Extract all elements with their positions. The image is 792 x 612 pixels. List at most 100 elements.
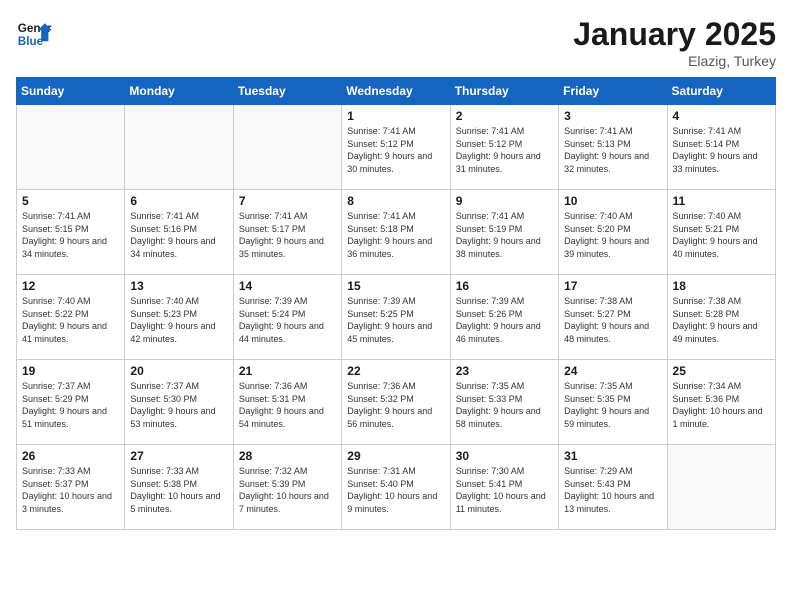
calendar-table: SundayMondayTuesdayWednesdayThursdayFrid… — [16, 77, 776, 530]
day-info: Sunrise: 7:37 AM Sunset: 5:30 PM Dayligh… — [130, 380, 227, 430]
calendar-cell — [667, 445, 775, 530]
calendar-cell: 28 Sunrise: 7:32 AM Sunset: 5:39 PM Dayli… — [233, 445, 341, 530]
day-info: Sunrise: 7:41 AM Sunset: 5:19 PM Dayligh… — [456, 210, 553, 260]
calendar-cell: 23 Sunrise: 7:35 AM Sunset: 5:33 PM Dayli… — [450, 360, 558, 445]
day-info: Sunrise: 7:41 AM Sunset: 5:15 PM Dayligh… — [22, 210, 119, 260]
day-info: Sunrise: 7:31 AM Sunset: 5:40 PM Dayligh… — [347, 465, 444, 515]
calendar-cell — [17, 105, 125, 190]
calendar-cell: 6 Sunrise: 7:41 AM Sunset: 5:16 PM Daylig… — [125, 190, 233, 275]
weekday-header-friday: Friday — [559, 78, 667, 105]
weekday-header-tuesday: Tuesday — [233, 78, 341, 105]
day-number: 28 — [239, 449, 336, 463]
calendar-cell: 17Sunrise: 7:38 AM Sunset: 5:27 PM Dayli… — [559, 275, 667, 360]
day-number: 6 — [130, 194, 227, 208]
weekday-header-sunday: Sunday — [17, 78, 125, 105]
day-number: 18 — [673, 279, 770, 293]
day-info: Sunrise: 7:40 AM Sunset: 5:22 PM Dayligh… — [22, 295, 119, 345]
day-info: Sunrise: 7:38 AM Sunset: 5:28 PM Dayligh… — [673, 295, 770, 345]
day-info: Sunrise: 7:29 AM Sunset: 5:43 PM Dayligh… — [564, 465, 661, 515]
day-info: Sunrise: 7:39 AM Sunset: 5:26 PM Dayligh… — [456, 295, 553, 345]
day-number: 16 — [456, 279, 553, 293]
day-number: 5 — [22, 194, 119, 208]
day-info: Sunrise: 7:33 AM Sunset: 5:38 PM Dayligh… — [130, 465, 227, 515]
week-row-0: 1 Sunrise: 7:41 AM Sunset: 5:12 PM Daylig… — [17, 105, 776, 190]
calendar-cell: 10Sunrise: 7:40 AM Sunset: 5:20 PM Dayli… — [559, 190, 667, 275]
day-number: 13 — [130, 279, 227, 293]
week-row-3: 19 Sunrise: 7:37 AM Sunset: 5:29 PM Dayli… — [17, 360, 776, 445]
calendar-cell: 12 Sunrise: 7:40 AM Sunset: 5:22 PM Dayli… — [17, 275, 125, 360]
day-info: Sunrise: 7:35 AM Sunset: 5:35 PM Dayligh… — [564, 380, 661, 430]
day-info: Sunrise: 7:37 AM Sunset: 5:29 PM Dayligh… — [22, 380, 119, 430]
calendar-cell: 2 Sunrise: 7:41 AM Sunset: 5:12 PM Daylig… — [450, 105, 558, 190]
calendar-cell: 16 Sunrise: 7:39 AM Sunset: 5:26 PM Dayli… — [450, 275, 558, 360]
day-info: Sunrise: 7:41 AM Sunset: 5:13 PM Dayligh… — [564, 125, 661, 175]
day-number: 27 — [130, 449, 227, 463]
day-info: Sunrise: 7:39 AM Sunset: 5:25 PM Dayligh… — [347, 295, 444, 345]
day-number: 3 — [564, 109, 661, 123]
calendar-cell: 9 Sunrise: 7:41 AM Sunset: 5:19 PM Daylig… — [450, 190, 558, 275]
day-info: Sunrise: 7:40 AM Sunset: 5:23 PM Dayligh… — [130, 295, 227, 345]
calendar-cell: 14 Sunrise: 7:39 AM Sunset: 5:24 PM Dayli… — [233, 275, 341, 360]
day-info: Sunrise: 7:40 AM Sunset: 5:20 PM Dayligh… — [564, 210, 661, 260]
day-number: 19 — [22, 364, 119, 378]
calendar-cell: 24 Sunrise: 7:35 AM Sunset: 5:35 PM Dayli… — [559, 360, 667, 445]
calendar-cell: 26Sunrise: 7:33 AM Sunset: 5:37 PM Dayli… — [17, 445, 125, 530]
day-number: 21 — [239, 364, 336, 378]
week-row-4: 26Sunrise: 7:33 AM Sunset: 5:37 PM Dayli… — [17, 445, 776, 530]
calendar-cell: 21 Sunrise: 7:36 AM Sunset: 5:31 PM Dayli… — [233, 360, 341, 445]
day-number: 14 — [239, 279, 336, 293]
day-info: Sunrise: 7:35 AM Sunset: 5:33 PM Dayligh… — [456, 380, 553, 430]
day-info: Sunrise: 7:41 AM Sunset: 5:18 PM Dayligh… — [347, 210, 444, 260]
weekday-header-wednesday: Wednesday — [342, 78, 450, 105]
day-info: Sunrise: 7:41 AM Sunset: 5:12 PM Dayligh… — [347, 125, 444, 175]
day-number: 9 — [456, 194, 553, 208]
day-number: 4 — [673, 109, 770, 123]
calendar-cell: 11 Sunrise: 7:40 AM Sunset: 5:21 PM Dayli… — [667, 190, 775, 275]
calendar-cell: 30Sunrise: 7:30 AM Sunset: 5:41 PM Dayli… — [450, 445, 558, 530]
weekday-header-thursday: Thursday — [450, 78, 558, 105]
day-number: 2 — [456, 109, 553, 123]
day-number: 22 — [347, 364, 444, 378]
page-header: General Blue January 2025 Elazig, Turkey — [16, 16, 776, 69]
day-info: Sunrise: 7:41 AM Sunset: 5:17 PM Dayligh… — [239, 210, 336, 260]
day-info: Sunrise: 7:36 AM Sunset: 5:32 PM Dayligh… — [347, 380, 444, 430]
day-number: 31 — [564, 449, 661, 463]
calendar-cell: 18 Sunrise: 7:38 AM Sunset: 5:28 PM Dayli… — [667, 275, 775, 360]
day-info: Sunrise: 7:41 AM Sunset: 5:14 PM Dayligh… — [673, 125, 770, 175]
calendar-cell: 29 Sunrise: 7:31 AM Sunset: 5:40 PM Dayli… — [342, 445, 450, 530]
day-number: 23 — [456, 364, 553, 378]
day-info: Sunrise: 7:30 AM Sunset: 5:41 PM Dayligh… — [456, 465, 553, 515]
calendar-cell: 4 Sunrise: 7:41 AM Sunset: 5:14 PM Daylig… — [667, 105, 775, 190]
calendar-cell: 25Sunrise: 7:34 AM Sunset: 5:36 PM Dayli… — [667, 360, 775, 445]
day-number: 29 — [347, 449, 444, 463]
day-number: 24 — [564, 364, 661, 378]
title-area: January 2025 Elazig, Turkey — [573, 16, 776, 69]
day-number: 11 — [673, 194, 770, 208]
calendar-cell: 3 Sunrise: 7:41 AM Sunset: 5:13 PM Daylig… — [559, 105, 667, 190]
logo-icon: General Blue — [16, 16, 52, 52]
weekday-header-row: SundayMondayTuesdayWednesdayThursdayFrid… — [17, 78, 776, 105]
calendar-cell: 7Sunrise: 7:41 AM Sunset: 5:17 PM Daylig… — [233, 190, 341, 275]
day-info: Sunrise: 7:41 AM Sunset: 5:12 PM Dayligh… — [456, 125, 553, 175]
day-info: Sunrise: 7:39 AM Sunset: 5:24 PM Dayligh… — [239, 295, 336, 345]
week-row-1: 5 Sunrise: 7:41 AM Sunset: 5:15 PM Daylig… — [17, 190, 776, 275]
calendar-cell: 15Sunrise: 7:39 AM Sunset: 5:25 PM Dayli… — [342, 275, 450, 360]
day-info: Sunrise: 7:32 AM Sunset: 5:39 PM Dayligh… — [239, 465, 336, 515]
weekday-header-saturday: Saturday — [667, 78, 775, 105]
calendar-cell: 1 Sunrise: 7:41 AM Sunset: 5:12 PM Daylig… — [342, 105, 450, 190]
day-number: 8 — [347, 194, 444, 208]
day-info: Sunrise: 7:40 AM Sunset: 5:21 PM Dayligh… — [673, 210, 770, 260]
location-title: Elazig, Turkey — [573, 53, 776, 69]
day-info: Sunrise: 7:36 AM Sunset: 5:31 PM Dayligh… — [239, 380, 336, 430]
calendar-cell: 13 Sunrise: 7:40 AM Sunset: 5:23 PM Dayli… — [125, 275, 233, 360]
day-info: Sunrise: 7:41 AM Sunset: 5:16 PM Dayligh… — [130, 210, 227, 260]
calendar-cell: 27 Sunrise: 7:33 AM Sunset: 5:38 PM Dayli… — [125, 445, 233, 530]
day-number: 20 — [130, 364, 227, 378]
day-number: 12 — [22, 279, 119, 293]
day-info: Sunrise: 7:38 AM Sunset: 5:27 PM Dayligh… — [564, 295, 661, 345]
day-number: 1 — [347, 109, 444, 123]
calendar-cell: 5 Sunrise: 7:41 AM Sunset: 5:15 PM Daylig… — [17, 190, 125, 275]
calendar-cell: 8 Sunrise: 7:41 AM Sunset: 5:18 PM Daylig… — [342, 190, 450, 275]
calendar-cell: 19 Sunrise: 7:37 AM Sunset: 5:29 PM Dayli… — [17, 360, 125, 445]
day-info: Sunrise: 7:34 AM Sunset: 5:36 PM Dayligh… — [673, 380, 770, 430]
